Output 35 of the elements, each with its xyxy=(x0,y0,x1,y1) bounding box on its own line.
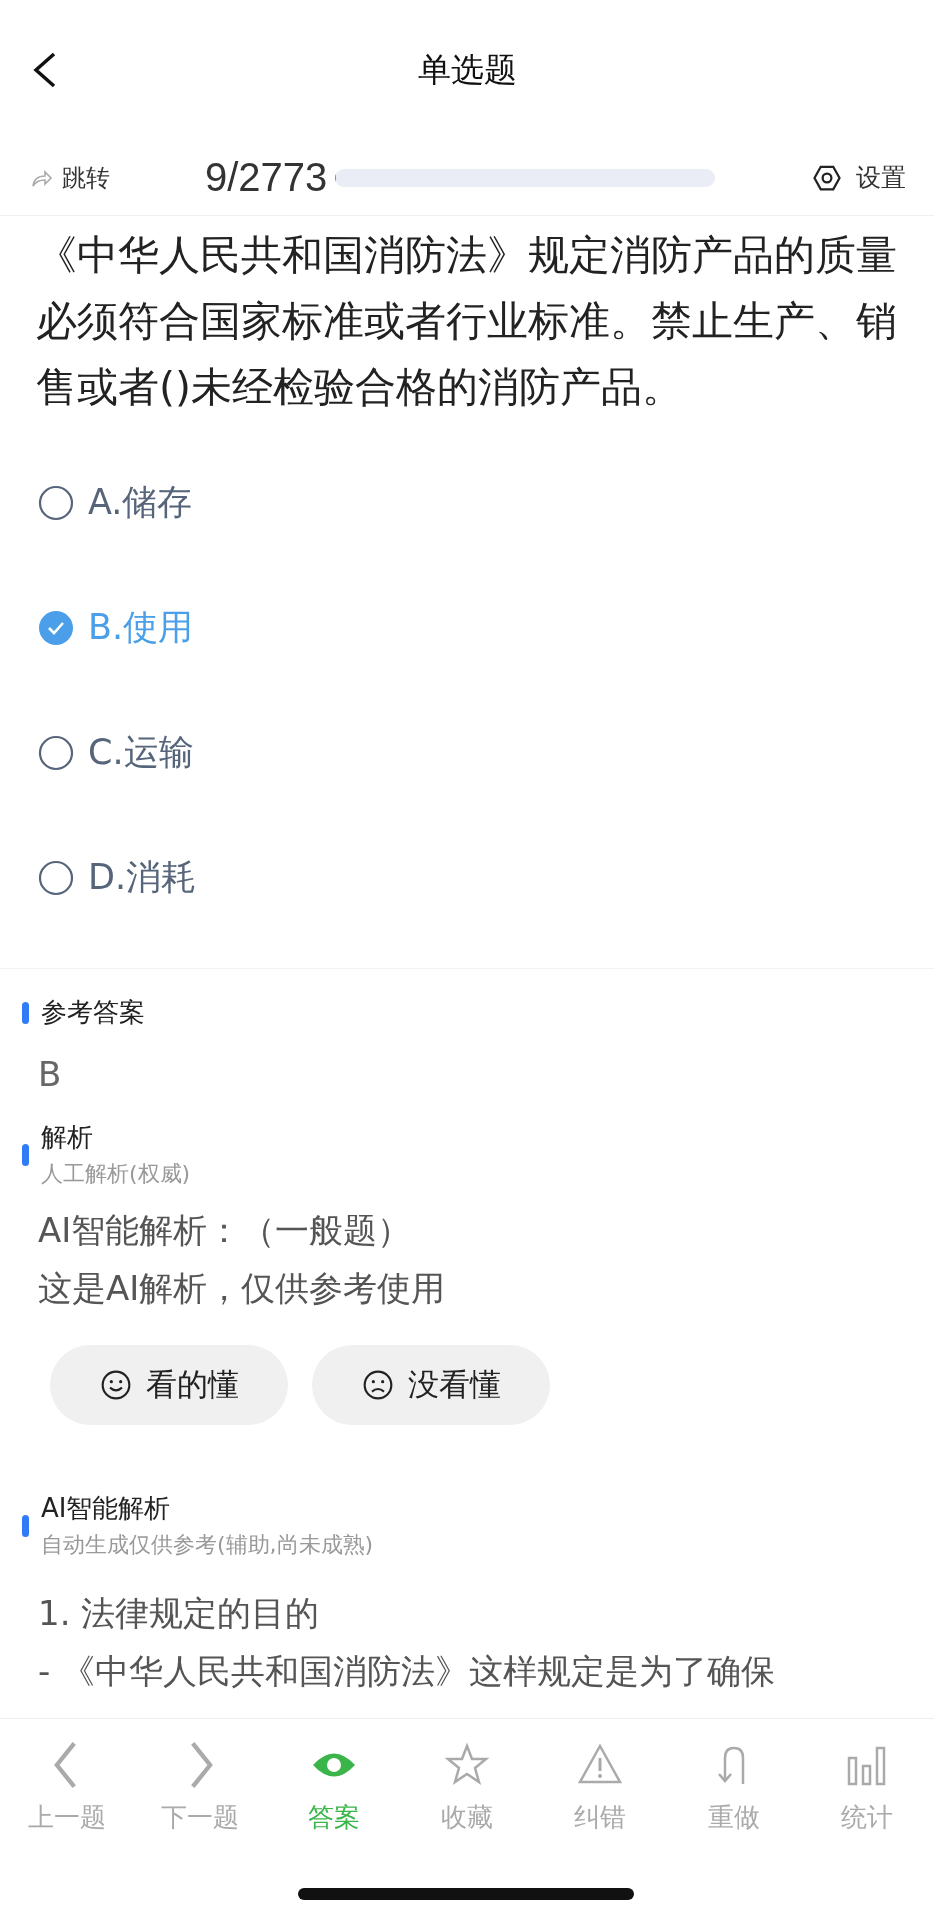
answer-value: B xyxy=(37,1053,63,1094)
section-marker xyxy=(22,1143,29,1166)
radio-icon xyxy=(38,484,74,521)
nav-tab[interactable]: 上一题 xyxy=(0,1739,134,1836)
feedback-button[interactable]: 看的懂 xyxy=(50,1345,288,1425)
answer-option[interactable]: A.储存 xyxy=(38,440,934,565)
nav-tab[interactable]: 统计 xyxy=(800,1739,934,1836)
answer-option[interactable]: C.运输 xyxy=(38,690,934,815)
nav-tab[interactable]: 重做 xyxy=(667,1739,801,1836)
answer-option[interactable]: D.消耗 xyxy=(38,815,934,940)
progress-count: 9/2773 xyxy=(205,155,328,200)
frown-face-icon xyxy=(361,1369,394,1401)
section-marker xyxy=(22,1514,29,1537)
settings-button[interactable]: 设置 xyxy=(806,160,912,195)
section-title: 参考答案 xyxy=(41,996,145,1029)
section-title: AI智能解析 xyxy=(41,1492,172,1525)
analysis-text: 1. 法律规定的目的 - 《中华人民共和国消防法》这样规定是为了确保 xyxy=(37,1592,777,1693)
question-text: 《中华人民共和国消防法》规定消防产品的质量必须符合国家标准或者行业标准。禁止生产、销售或者()未经检验合格的消防产品。 xyxy=(35,230,898,413)
nav-tab[interactable]: 收藏 xyxy=(400,1739,534,1836)
nav-tab[interactable]: 纠错 xyxy=(533,1739,668,1836)
answer-option[interactable]: B.使用 xyxy=(38,565,934,690)
radio-icon xyxy=(38,734,74,771)
analysis-text: AI智能解析：（一般题） 这是AI解析，仅供参考使用 xyxy=(37,1209,447,1310)
section-subtitle: 人工解析(权威) xyxy=(41,1160,191,1188)
section-marker xyxy=(22,1001,29,1024)
checked-radio-icon xyxy=(38,609,74,646)
section-subtitle: 自动生成仅供参考(辅助,尚未成熟) xyxy=(41,1531,374,1559)
section-title: 解析 xyxy=(41,1121,94,1154)
smile-face-icon xyxy=(99,1369,132,1401)
radio-icon xyxy=(38,859,74,896)
feedback-button[interactable]: 没看懂 xyxy=(312,1345,550,1425)
nav-tab[interactable]: 答案 xyxy=(266,1739,401,1836)
nav-tab[interactable]: 下一题 xyxy=(133,1739,267,1836)
page-title: 单选题 xyxy=(417,48,517,91)
jump-button[interactable]: 跳转 xyxy=(30,161,205,194)
